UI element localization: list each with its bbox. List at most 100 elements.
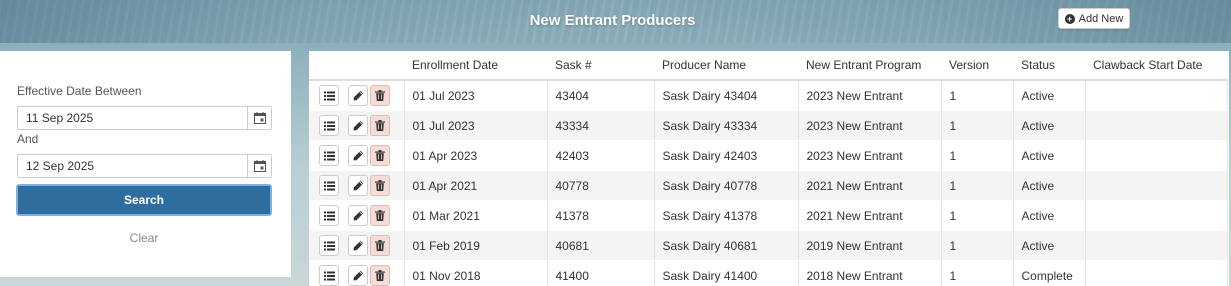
col-sask-number[interactable]: Sask # <box>547 51 654 81</box>
add-new-label: Add New <box>1078 12 1124 25</box>
clawback-start-cell <box>1085 110 1228 141</box>
sask-number-cell: 40778 <box>547 170 655 201</box>
trash-icon <box>375 120 385 131</box>
col-clawback-start[interactable]: Clawback Start Date <box>1085 51 1227 81</box>
pencil-icon <box>353 90 363 101</box>
col-status[interactable]: Status <box>1013 51 1085 81</box>
edit-button[interactable] <box>348 115 368 136</box>
details-button[interactable] <box>319 85 339 106</box>
table-row[interactable]: 01 Feb 2019 40681 Sask Dairy 40681 2019 New… <box>309 230 1228 261</box>
list-icon <box>323 121 335 130</box>
clear-link[interactable]: Clear <box>16 231 272 245</box>
edit-button[interactable] <box>348 85 368 106</box>
list-icon <box>323 91 335 100</box>
from-date-field[interactable] <box>17 106 272 130</box>
clawback-start-cell <box>1085 230 1228 261</box>
pencil-icon <box>353 120 363 131</box>
search-button[interactable]: Search <box>16 184 272 216</box>
producer-name-cell: Sask Dairy 41378 <box>654 200 799 231</box>
status-cell: Active <box>1013 80 1086 111</box>
add-new-button[interactable]: + Add New <box>1058 8 1130 29</box>
details-button[interactable] <box>319 175 339 196</box>
clawback-start-cell <box>1085 200 1228 231</box>
col-version[interactable]: Version <box>941 51 1013 81</box>
producer-name-cell: Sask Dairy 42403 <box>654 140 799 171</box>
edit-button[interactable] <box>348 235 368 256</box>
program-cell: 2019 New Entrant <box>798 230 942 261</box>
clawback-start-cell <box>1085 80 1228 111</box>
to-date-input[interactable] <box>18 155 247 177</box>
producer-name-cell: Sask Dairy 43404 <box>654 80 799 111</box>
clawback-start-cell <box>1085 170 1228 201</box>
enrollment-date-cell: 01 Jul 2023 <box>404 80 548 111</box>
delete-button[interactable] <box>370 115 390 136</box>
delete-button[interactable] <box>370 205 390 226</box>
row-actions <box>309 260 405 286</box>
from-calendar-button[interactable] <box>247 107 271 129</box>
delete-button[interactable] <box>370 145 390 166</box>
row-actions <box>309 80 405 111</box>
version-cell: 1 <box>941 110 1014 141</box>
pencil-icon <box>353 210 363 221</box>
trash-icon <box>375 150 385 161</box>
row-actions <box>309 200 405 231</box>
enrollment-date-cell: 01 Mar 2021 <box>404 200 548 231</box>
program-cell: 2018 New Entrant <box>798 260 942 286</box>
status-cell: Active <box>1013 140 1086 171</box>
list-icon <box>323 241 335 250</box>
page-title: New Entrant Producers <box>529 12 696 29</box>
producers-grid: Enrollment Date Sask # Producer Name New… <box>309 51 1229 286</box>
sask-number-cell: 43404 <box>547 80 655 111</box>
sask-number-cell: 43334 <box>547 110 655 141</box>
details-button[interactable] <box>319 205 339 226</box>
delete-button[interactable] <box>370 175 390 196</box>
table-header-row: Enrollment Date Sask # Producer Name New… <box>309 51 1227 81</box>
delete-button[interactable] <box>370 85 390 106</box>
delete-button[interactable] <box>370 265 390 286</box>
table-row[interactable]: 01 Jul 2023 43334 Sask Dairy 43334 2023 New… <box>309 110 1228 141</box>
table-row[interactable]: 01 Apr 2021 40778 Sask Dairy 40778 2021 New… <box>309 170 1228 201</box>
from-date-input[interactable] <box>18 107 247 129</box>
filter-panel: Effective Date Between And Search <box>0 51 291 277</box>
effective-date-label: Effective Date Between <box>17 84 142 98</box>
table-row[interactable]: 01 Jul 2023 43404 Sask Dairy 43404 2023 New… <box>309 80 1228 111</box>
program-cell: 2023 New Entrant <box>798 80 942 111</box>
to-date-field[interactable] <box>17 154 272 178</box>
table-row[interactable]: 01 Nov 2018 41400 Sask Dairy 41400 2018 New… <box>309 260 1228 286</box>
version-cell: 1 <box>941 170 1014 201</box>
row-actions <box>309 170 405 201</box>
trash-icon <box>375 210 385 221</box>
details-button[interactable] <box>319 265 339 286</box>
sask-number-cell: 42403 <box>547 140 655 171</box>
pencil-icon <box>353 270 363 281</box>
plus-circle-icon: + <box>1064 13 1075 24</box>
details-button[interactable] <box>319 145 339 166</box>
details-button[interactable] <box>319 115 339 136</box>
delete-button[interactable] <box>370 235 390 256</box>
trash-icon <box>375 240 385 251</box>
sask-number-cell: 40681 <box>547 230 655 261</box>
edit-button[interactable] <box>348 145 368 166</box>
col-producer-name[interactable]: Producer Name <box>654 51 798 81</box>
version-cell: 1 <box>941 260 1014 286</box>
details-button[interactable] <box>319 235 339 256</box>
col-program[interactable]: New Entrant Program <box>798 51 941 81</box>
table-row[interactable]: 01 Mar 2021 41378 Sask Dairy 41378 2021 New… <box>309 200 1228 231</box>
edit-button[interactable] <box>348 265 368 286</box>
pencil-icon <box>353 180 363 191</box>
edit-button[interactable] <box>348 175 368 196</box>
enrollment-date-cell: 01 Apr 2021 <box>404 170 548 201</box>
trash-icon <box>375 180 385 191</box>
producers-table: Enrollment Date Sask # Producer Name New… <box>309 51 1228 286</box>
version-cell: 1 <box>941 80 1014 111</box>
and-label: And <box>17 132 39 146</box>
table-row[interactable]: 01 Apr 2023 42403 Sask Dairy 42403 2023 New… <box>309 140 1228 171</box>
status-cell: Active <box>1013 230 1086 261</box>
calendar-icon <box>253 160 266 172</box>
edit-button[interactable] <box>348 205 368 226</box>
col-enrollment-date[interactable]: Enrollment Date <box>404 51 547 81</box>
to-calendar-button[interactable] <box>247 155 271 177</box>
producer-name-cell: Sask Dairy 41400 <box>654 260 799 286</box>
producer-name-cell: Sask Dairy 43334 <box>654 110 799 141</box>
producer-name-cell: Sask Dairy 40778 <box>654 170 799 201</box>
